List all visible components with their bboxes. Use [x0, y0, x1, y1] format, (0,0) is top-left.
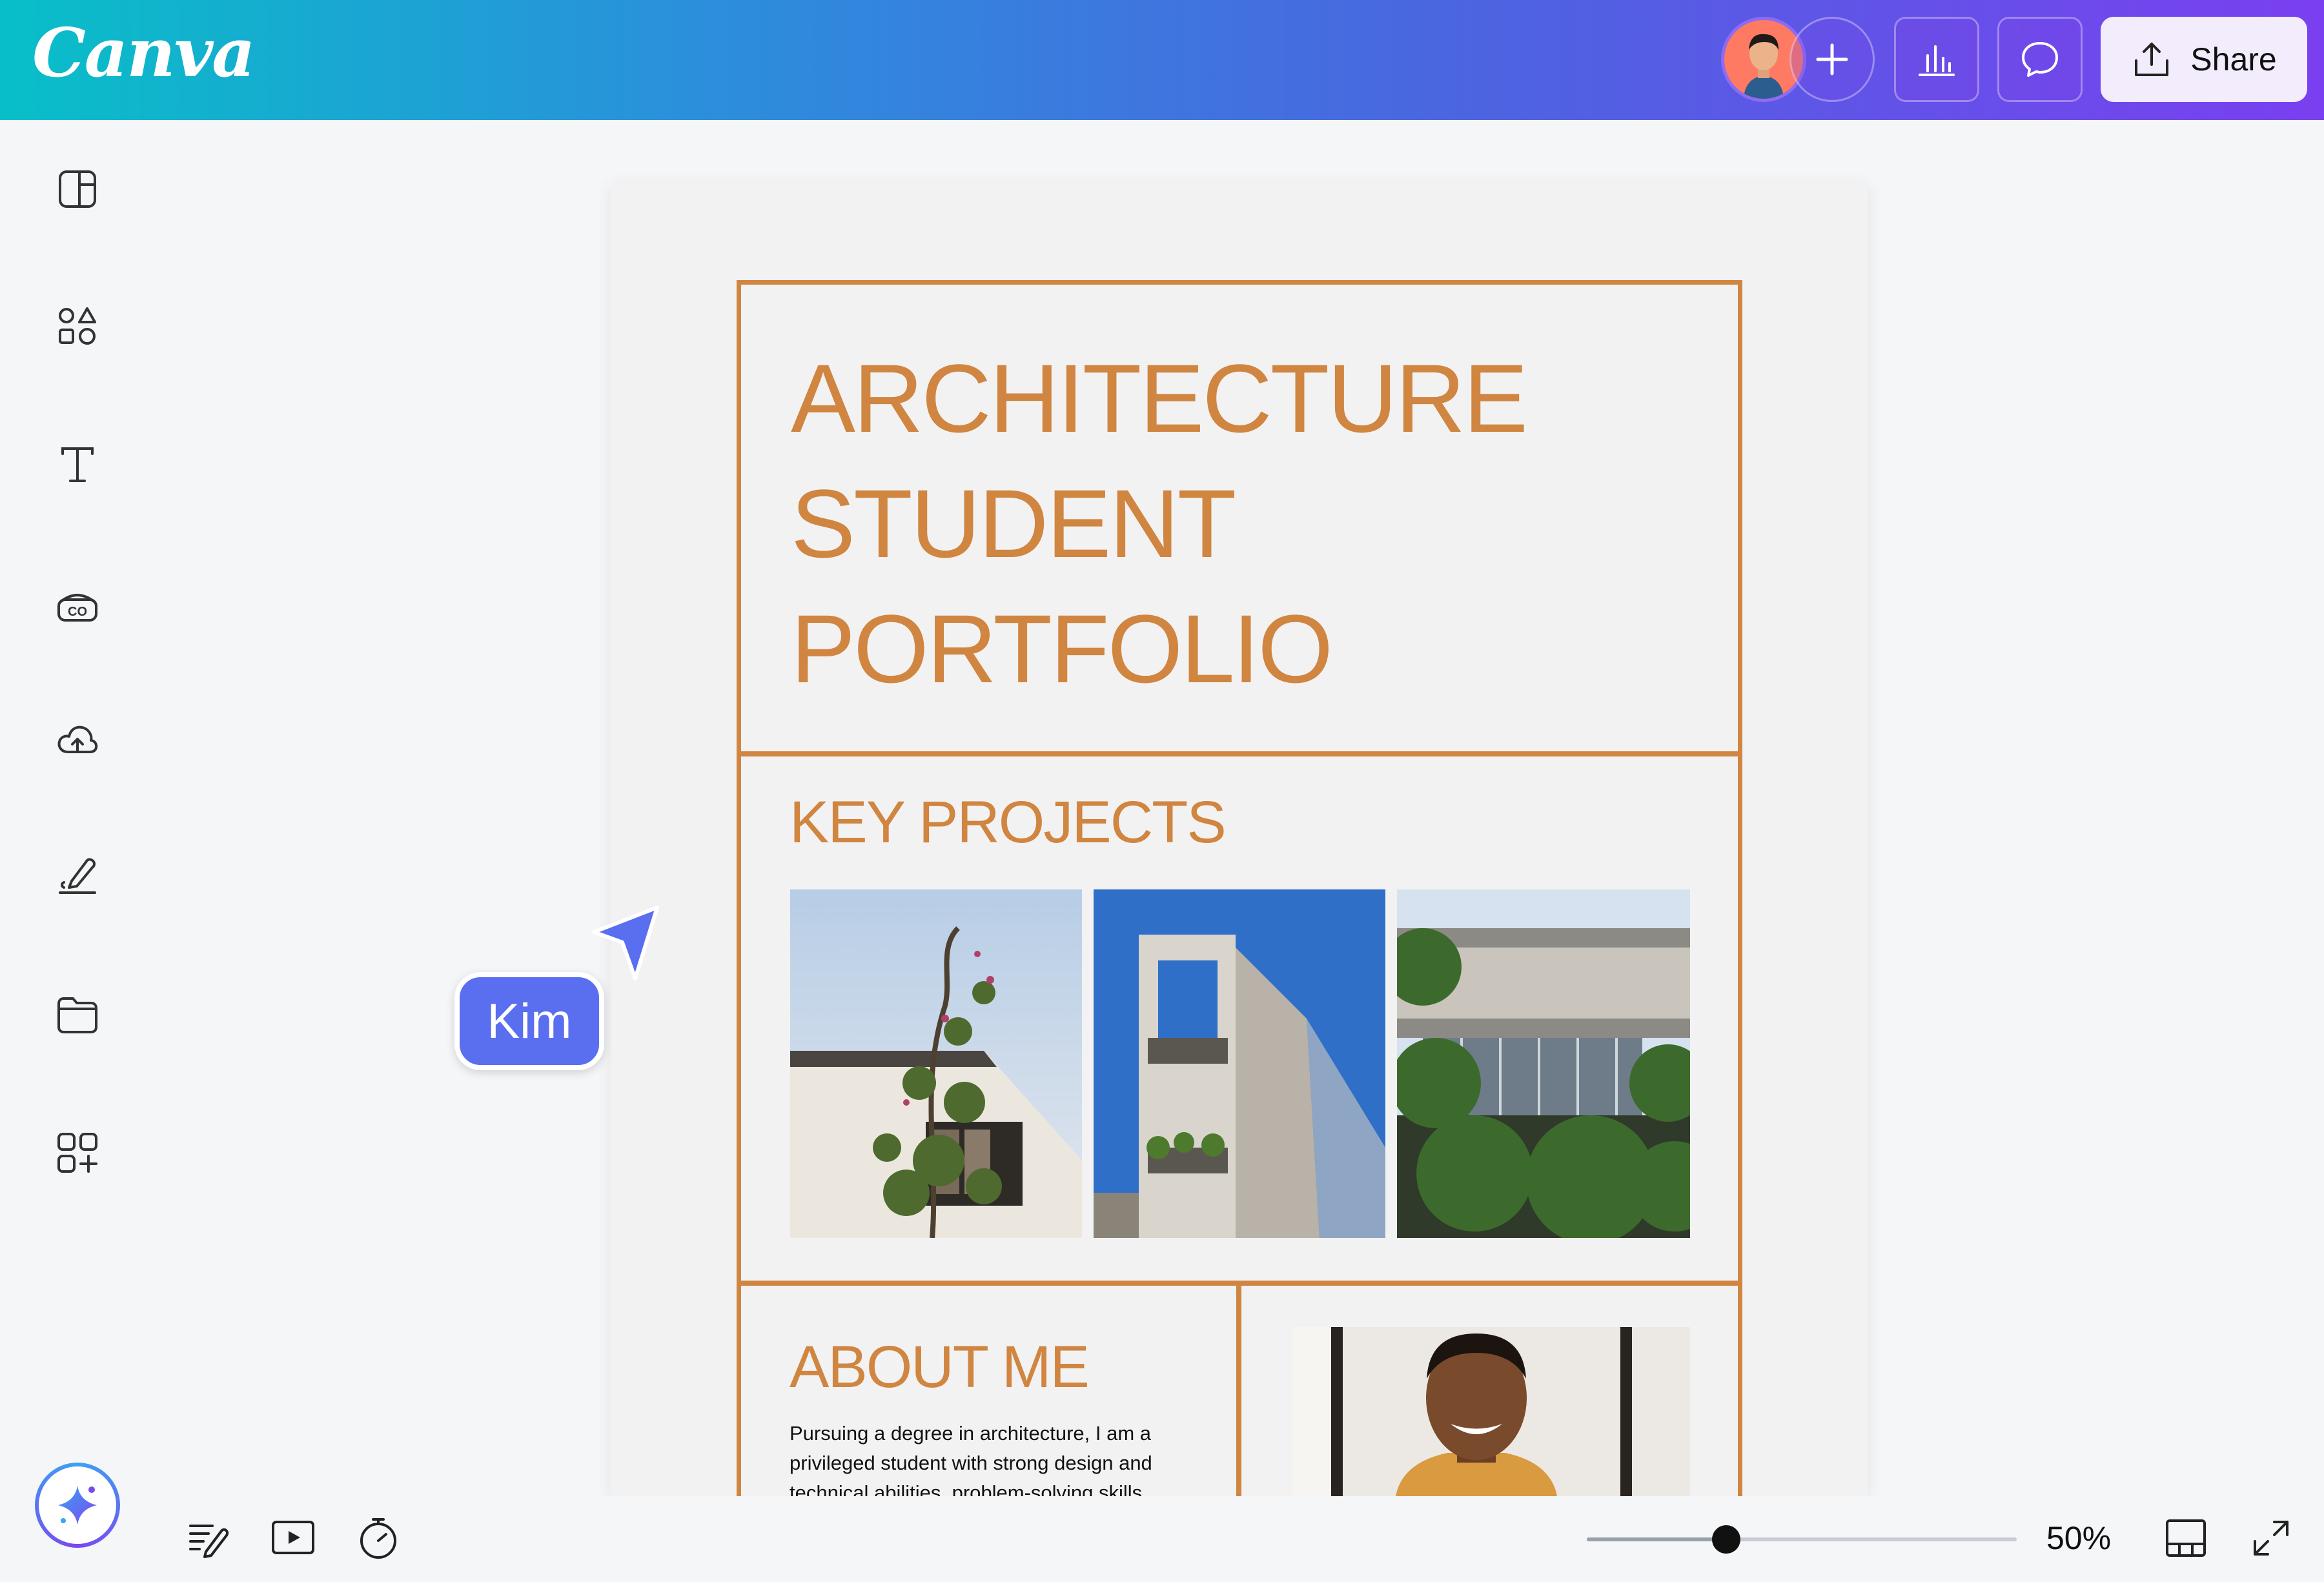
layout-icon — [56, 168, 99, 210]
sidebar-item-elements[interactable] — [52, 301, 103, 352]
fullscreen-icon — [2250, 1517, 2292, 1559]
sidebar-item-uploads[interactable] — [52, 714, 103, 766]
sidebar-item-design[interactable] — [52, 163, 103, 215]
add-collaborator-button[interactable] — [1789, 17, 1875, 102]
comment-icon — [2019, 38, 2061, 81]
comments-button[interactable] — [1997, 17, 2083, 102]
share-button[interactable]: Share — [2101, 17, 2307, 102]
add-icon — [1813, 40, 1851, 79]
share-label: Share — [2190, 41, 2277, 77]
sparkle-icon — [54, 1482, 101, 1528]
grid-view-button[interactable] — [2160, 1512, 2212, 1564]
title-line: STUDENT — [791, 469, 1236, 578]
notes-button[interactable] — [182, 1512, 234, 1564]
present-icon — [270, 1516, 316, 1561]
sidebar-item-brand[interactable]: CO — [52, 577, 103, 629]
folder-icon — [55, 992, 100, 1037]
text-icon — [56, 443, 99, 486]
timer-button[interactable] — [352, 1512, 404, 1564]
key-projects-heading[interactable]: KEY PROJECTS — [790, 789, 1227, 857]
title-line: PORTFOLIO — [791, 594, 1333, 703]
fullscreen-button[interactable] — [2245, 1512, 2297, 1564]
sidebar-item-draw[interactable] — [52, 851, 103, 902]
magic-button[interactable] — [35, 1463, 120, 1548]
sidebar-item-text[interactable] — [52, 439, 103, 491]
brand-icon: CO — [55, 580, 100, 625]
svg-text:CO: CO — [68, 605, 87, 619]
top-bar: Canva Share — [0, 0, 2324, 120]
shapes-icon — [56, 305, 99, 348]
apps-icon — [55, 1130, 100, 1175]
insights-button[interactable] — [1894, 17, 1979, 102]
notes-icon — [187, 1517, 229, 1559]
present-button[interactable] — [267, 1512, 319, 1564]
timer-icon — [356, 1516, 401, 1561]
insights-icon — [1916, 39, 1957, 80]
sidebar-item-projects[interactable] — [52, 989, 103, 1040]
collaborator-name-label: Kim — [454, 972, 604, 1070]
zoom-slider-fill — [1587, 1537, 1727, 1541]
portrait-photo[interactable] — [1292, 1327, 1690, 1496]
collaborator-cursor-icon — [586, 901, 664, 985]
sidebar-item-apps[interactable] — [52, 1127, 103, 1179]
zoom-level-label[interactable]: 50% — [2046, 1519, 2111, 1557]
title-line: ARCHITECTURE — [791, 344, 1528, 452]
grid-view-icon — [2165, 1517, 2207, 1559]
project-photo-2[interactable] — [1094, 889, 1385, 1238]
share-upload-icon — [2131, 39, 2172, 80]
project-photo-3[interactable] — [1397, 889, 1690, 1238]
about-heading[interactable]: ABOUT ME — [790, 1334, 1090, 1401]
about-text[interactable]: Pursuing a degree in architecture, I am … — [790, 1419, 1183, 1508]
cloud-upload-icon — [55, 717, 100, 762]
project-photo-1[interactable] — [790, 889, 1082, 1238]
document-title[interactable]: ARCHITECTURE STUDENT PORTFOLIO — [791, 336, 1630, 711]
draw-icon — [55, 854, 100, 899]
canva-logo[interactable]: Canva — [32, 13, 256, 92]
